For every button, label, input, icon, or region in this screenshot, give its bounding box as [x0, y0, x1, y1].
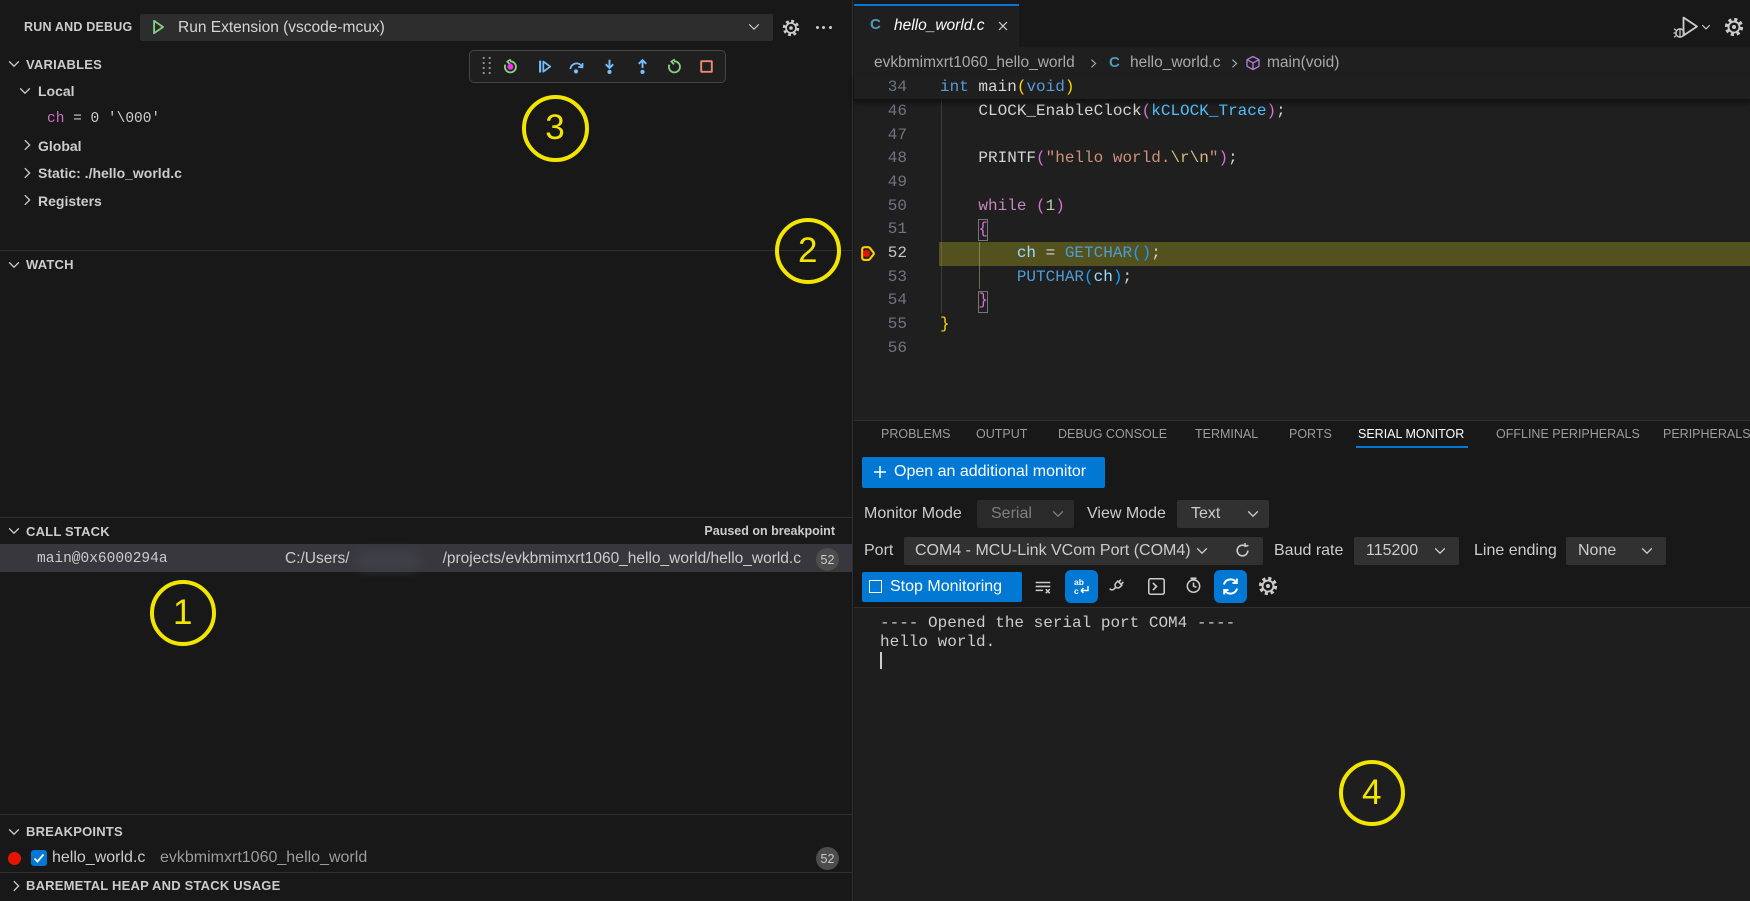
svg-text:c: c: [1074, 586, 1079, 596]
